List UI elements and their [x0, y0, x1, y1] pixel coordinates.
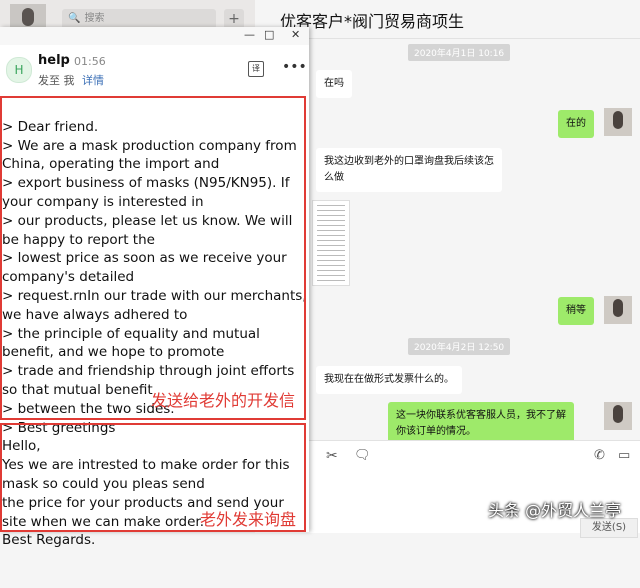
user-avatar[interactable] [604, 402, 632, 430]
send-button[interactable]: 发送(S) [580, 518, 638, 538]
annotation-outreach: 发送给老外的开发信 [151, 391, 296, 410]
user-avatar[interactable] [604, 108, 632, 136]
minimize-button[interactable]: — [244, 28, 255, 41]
timestamp: 2020年4月2日 12:50 [408, 338, 511, 355]
translate-icon[interactable]: 译 [248, 61, 264, 77]
timestamp: 2020年4月1日 10:16 [408, 44, 511, 61]
sender-name: help [38, 53, 70, 68]
scissors-icon[interactable]: ✂ [326, 448, 338, 464]
mail-titlebar: — □ ✕ [0, 27, 309, 45]
user-avatar[interactable] [604, 296, 632, 324]
plus-icon[interactable]: + [224, 9, 244, 29]
phone-icon[interactable]: ✆ [594, 448, 605, 463]
sender-avatar: H [6, 57, 32, 83]
send-time: 01:56 [74, 55, 106, 68]
search-placeholder: 搜索 [84, 13, 105, 24]
highlight-box-outreach [0, 96, 306, 420]
chat-history-icon[interactable]: 🗨 [354, 448, 371, 463]
maximize-button[interactable]: □ [264, 28, 274, 41]
document-thumbnail[interactable] [312, 200, 350, 286]
search-box[interactable]: 🔍 搜索 [62, 9, 216, 29]
close-button[interactable]: ✕ [291, 28, 300, 41]
divider [255, 38, 640, 39]
annotation-inquiry: 老外发来询盘 [200, 510, 297, 529]
message-bubble[interactable]: 在的 [558, 110, 594, 138]
mail-window: — □ ✕ H help 01:56 发至 我 详情 译 ••• > Dear … [0, 27, 309, 548]
video-icon[interactable]: ▭ [618, 448, 630, 463]
recipient-label: 发至 我 [38, 74, 75, 87]
search-icon: 🔍 [68, 13, 81, 24]
details-link[interactable]: 详情 [82, 72, 104, 88]
message-bubble[interactable]: 在吗 [316, 70, 352, 98]
watermark: 头条 @外贸人兰亭 [488, 501, 622, 520]
message-bubble[interactable]: 我这边收到老外的口罩询盘我后续该怎 么做 [316, 148, 502, 192]
message-bubble[interactable]: 我现在在做形式发票什么的。 [316, 366, 462, 394]
email-line: Best Regards. [2, 532, 96, 549]
message-bubble[interactable]: 稍等 [558, 297, 594, 325]
more-icon[interactable]: ••• [282, 59, 307, 75]
